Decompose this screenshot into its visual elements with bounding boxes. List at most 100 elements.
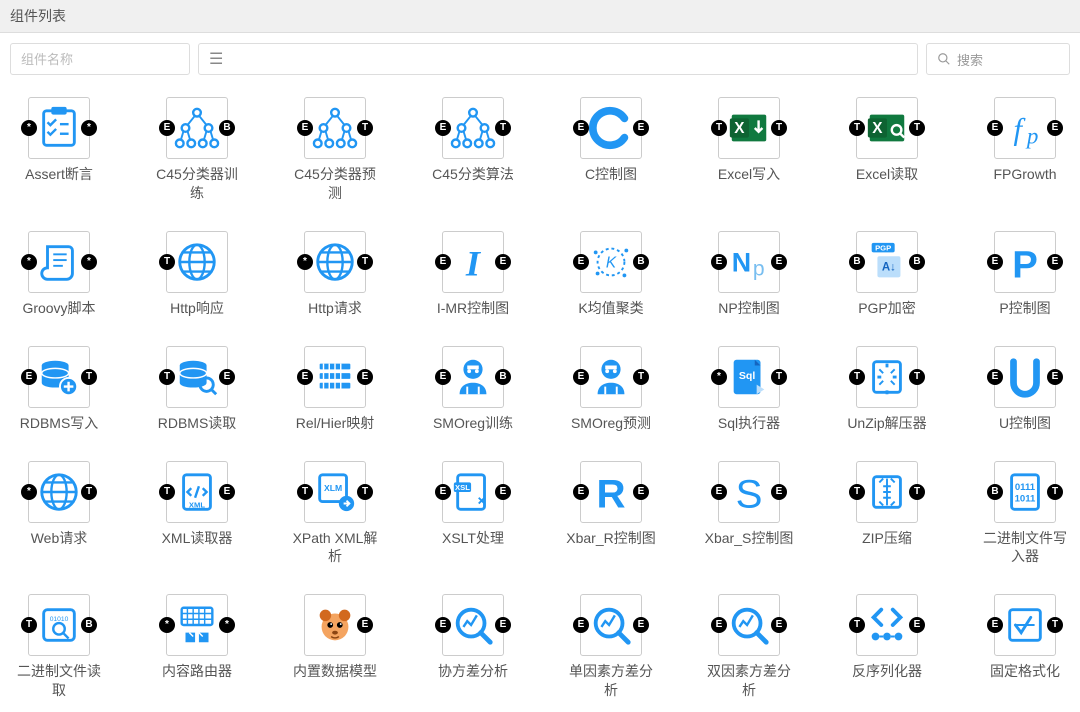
port-right[interactable]: T [357, 254, 373, 270]
port-right[interactable]: B [219, 120, 235, 136]
component-item[interactable]: TTExcel写入 [704, 97, 794, 203]
port-right[interactable]: E [633, 120, 649, 136]
component-item[interactable]: EEXbar_S控制图 [704, 461, 794, 567]
port-right[interactable]: E [771, 617, 787, 633]
component-item[interactable]: EEP控制图 [980, 231, 1070, 318]
component-item[interactable]: ETC45分类算法 [428, 97, 518, 203]
port-right[interactable]: E [1047, 369, 1063, 385]
port-right[interactable]: E [219, 484, 235, 500]
component-item[interactable]: EEXbar_R控制图 [566, 461, 656, 567]
search-box[interactable]: 搜索 [926, 43, 1070, 75]
port-right[interactable]: E [909, 617, 925, 633]
port-right[interactable]: T [81, 484, 97, 500]
port-left[interactable]: E [987, 369, 1003, 385]
port-right[interactable]: T [1047, 617, 1063, 633]
component-item[interactable]: EERel/Hier映射 [290, 346, 380, 433]
port-left[interactable]: E [573, 617, 589, 633]
port-right[interactable]: T [909, 484, 925, 500]
component-item[interactable]: EEFPGrowth [980, 97, 1070, 203]
port-left[interactable]: * [21, 120, 37, 136]
port-left[interactable]: E [435, 254, 451, 270]
component-item[interactable]: EBC45分类器训练 [152, 97, 242, 203]
port-left[interactable]: * [159, 617, 175, 633]
port-left[interactable]: E [711, 484, 727, 500]
port-left[interactable]: E [987, 617, 1003, 633]
component-item[interactable]: **Assert断言 [14, 97, 104, 203]
component-item[interactable]: EBK均值聚类 [566, 231, 656, 318]
port-right[interactable]: E [771, 254, 787, 270]
port-right[interactable]: T [495, 120, 511, 136]
component-item[interactable]: TTExcel读取 [842, 97, 932, 203]
category-select[interactable]: ☰ [198, 43, 918, 75]
component-item[interactable]: ETRDBMS写入 [14, 346, 104, 433]
component-item[interactable]: ETSMOreg预测 [566, 346, 656, 433]
component-item[interactable]: TTXPath XML解析 [290, 461, 380, 567]
component-item[interactable]: EE单因素方差分析 [566, 594, 656, 700]
component-item[interactable]: EEC控制图 [566, 97, 656, 203]
port-left[interactable]: E [711, 617, 727, 633]
port-left[interactable]: E [297, 369, 313, 385]
port-left[interactable]: * [21, 254, 37, 270]
port-left[interactable]: T [159, 254, 175, 270]
port-right[interactable]: E [357, 369, 373, 385]
port-left[interactable]: E [573, 369, 589, 385]
port-right[interactable]: E [219, 369, 235, 385]
component-item[interactable]: EE协方差分析 [428, 594, 518, 700]
port-right[interactable]: E [1047, 254, 1063, 270]
port-left[interactable]: T [849, 120, 865, 136]
port-right[interactable]: E [1047, 120, 1063, 136]
component-item[interactable]: **内容路由器 [152, 594, 242, 700]
component-item[interactable]: EEI-MR控制图 [428, 231, 518, 318]
port-right[interactable]: E [771, 484, 787, 500]
port-left[interactable]: E [435, 369, 451, 385]
component-item[interactable]: BT二进制文件写入器 [980, 461, 1070, 567]
port-left[interactable]: E [435, 617, 451, 633]
port-right[interactable]: T [357, 120, 373, 136]
port-left[interactable]: T [849, 617, 865, 633]
port-right[interactable]: B [495, 369, 511, 385]
port-right[interactable]: B [909, 254, 925, 270]
port-right[interactable]: E [495, 617, 511, 633]
port-right[interactable]: T [909, 120, 925, 136]
port-right[interactable]: T [81, 369, 97, 385]
component-item[interactable]: EEU控制图 [980, 346, 1070, 433]
port-right[interactable]: * [219, 617, 235, 633]
component-item[interactable]: *THttp请求 [290, 231, 380, 318]
port-left[interactable]: E [297, 120, 313, 136]
port-left[interactable]: E [435, 484, 451, 500]
port-left[interactable]: T [711, 120, 727, 136]
port-left[interactable]: T [21, 617, 37, 633]
component-item[interactable]: TERDBMS读取 [152, 346, 242, 433]
port-left[interactable]: E [21, 369, 37, 385]
port-right[interactable]: T [771, 369, 787, 385]
port-left[interactable]: E [435, 120, 451, 136]
port-left[interactable]: * [21, 484, 37, 500]
component-item[interactable]: THttp响应 [152, 231, 242, 318]
port-right[interactable]: T [357, 484, 373, 500]
component-item[interactable]: TB二进制文件读取 [14, 594, 104, 700]
port-left[interactable]: B [849, 254, 865, 270]
port-left[interactable]: E [987, 120, 1003, 136]
component-item[interactable]: EBSMOreg训练 [428, 346, 518, 433]
port-left[interactable]: T [159, 369, 175, 385]
component-item[interactable]: TEXML读取器 [152, 461, 242, 567]
port-left[interactable]: B [987, 484, 1003, 500]
port-left[interactable]: * [711, 369, 727, 385]
port-right[interactable]: T [909, 369, 925, 385]
port-right[interactable]: B [81, 617, 97, 633]
port-left[interactable]: E [573, 254, 589, 270]
component-name-input[interactable] [10, 43, 190, 75]
component-item[interactable]: EE双因素方差分析 [704, 594, 794, 700]
component-item[interactable]: TE反序列化器 [842, 594, 932, 700]
port-left[interactable]: E [573, 484, 589, 500]
port-right[interactable]: E [633, 617, 649, 633]
port-right[interactable]: T [633, 369, 649, 385]
port-right[interactable]: E [495, 484, 511, 500]
port-left[interactable]: T [159, 484, 175, 500]
component-item[interactable]: TTUnZip解压器 [842, 346, 932, 433]
component-item[interactable]: E内置数据模型 [290, 594, 380, 700]
component-item[interactable]: **Groovy脚本 [14, 231, 104, 318]
port-right[interactable]: T [771, 120, 787, 136]
port-right[interactable]: * [81, 254, 97, 270]
component-item[interactable]: ET固定格式化 [980, 594, 1070, 700]
